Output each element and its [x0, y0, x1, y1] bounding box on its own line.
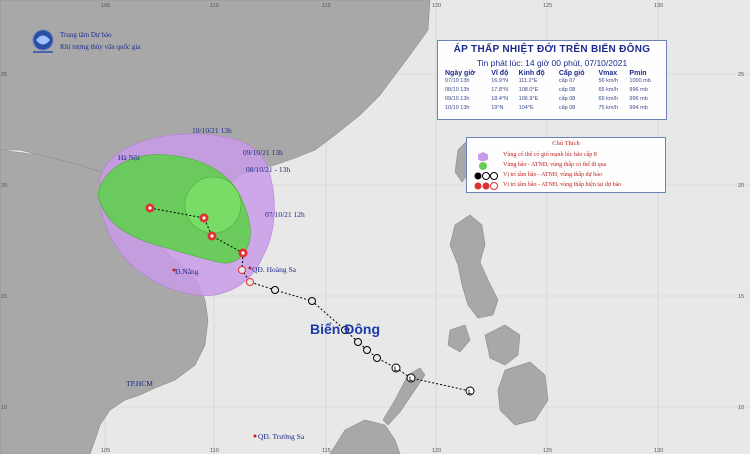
- svg-text:20: 20: [1, 183, 7, 189]
- legend-item-wind-zone: Vùng có thể có gió mạnh lúc bão cấp 8: [473, 151, 597, 161]
- svg-text:130: 130: [654, 3, 663, 9]
- cell: 65 km/h: [598, 96, 619, 102]
- hexagon-icon: [478, 152, 488, 161]
- svg-text:L: L: [409, 377, 413, 383]
- cell: 994 mb: [629, 105, 648, 111]
- legend-label: Vùng bão - ATNĐ, vùng thấp có thể đi qua: [503, 162, 607, 168]
- svg-text:105: 105: [101, 3, 110, 9]
- cell: 09/10 13h: [445, 96, 470, 102]
- green-circle-icon: [479, 162, 487, 170]
- svg-text:25: 25: [1, 72, 7, 78]
- svg-text:110: 110: [210, 3, 219, 9]
- cell: cấp 08: [558, 87, 576, 93]
- cell: 996 mb: [629, 87, 648, 93]
- legend-item-current-center: Vị trí tâm bão - ATNĐ, vùng thấp hiện tạ…: [473, 181, 621, 191]
- svg-text:120: 120: [432, 448, 441, 454]
- cell: 56 km/h: [598, 78, 619, 84]
- svg-text:125: 125: [543, 3, 552, 9]
- col-wind-level: Cấp gió: [558, 70, 585, 77]
- legend-label: Vị trí tâm bão - ATNĐ, vùng thấp hiện tạ…: [503, 182, 622, 188]
- svg-text:15: 15: [738, 294, 744, 300]
- date-label-08: 08/10/21 - 13h: [246, 165, 290, 174]
- black-storm-icons: [474, 172, 498, 180]
- svg-text:110: 110: [210, 448, 219, 454]
- danang-dot: [172, 268, 176, 272]
- place-hoangsa: QĐ. Hoàng Sa: [252, 265, 297, 274]
- date-label-10: 10/10/21 13h: [192, 126, 232, 135]
- cell: 08/10 13h: [445, 87, 470, 93]
- cell: 17.8°N: [491, 87, 509, 93]
- svg-text:L: L: [468, 390, 472, 396]
- svg-text:10: 10: [738, 405, 744, 411]
- svg-text:25: 25: [738, 72, 744, 78]
- date-label-07: 07/10/21 12h: [265, 210, 305, 219]
- legend-label: Vị trí tâm bão - ATNĐ, vùng thấp dự báo: [503, 172, 602, 178]
- cell: 16.9°N: [491, 78, 509, 84]
- place-tphcm: TP.HCM: [126, 379, 153, 388]
- red-storm-icons: [474, 182, 498, 190]
- svg-text:105: 105: [101, 448, 110, 454]
- svg-text:120: 120: [432, 3, 441, 9]
- bulletin-issued-time: Tin phát lúc: 14 giờ 00 phút, 07/10/2021: [476, 58, 628, 68]
- svg-text:L: L: [394, 367, 398, 373]
- storm-radius-circle: [184, 176, 242, 234]
- cell: cấp 08: [558, 105, 576, 111]
- table-row: 08/10 13h 17.8°N 108.0°E cấp 08 65 km/h …: [444, 86, 662, 95]
- forecast-table: Ngày giờ Vĩ độ Kinh độ Cấp gió Vmax Pmin…: [444, 70, 662, 113]
- cell: 75 km/h: [598, 105, 619, 111]
- col-longitude: Kinh độ: [518, 70, 545, 77]
- cell: cấp 07: [558, 78, 576, 84]
- svg-text:15: 15: [1, 294, 7, 300]
- svg-text:125: 125: [543, 448, 552, 454]
- place-danang: Đ.Nẵng: [175, 267, 199, 276]
- cell: 1000 mb: [629, 78, 651, 84]
- col-pmin: Pmin: [629, 70, 647, 77]
- place-hanoi: Hà Nội: [118, 153, 140, 162]
- cell: 18.4°N: [491, 96, 509, 102]
- legend-item-forecast-center: Vị trí tâm bão - ATNĐ, vùng thấp dự báo: [473, 171, 602, 181]
- org-name: Trung tâm Dự báo: [60, 31, 112, 39]
- sea-label-biendong: Biển Đông: [310, 321, 380, 337]
- table-row: 07/10 13h 16.9°N 111.2°E cấp 07 56 km/h …: [444, 77, 662, 86]
- cell: 996 mb: [629, 96, 648, 102]
- legend-title: Chú Thích: [552, 140, 580, 147]
- cell: 65 km/h: [598, 87, 619, 93]
- cell: 106.9°E: [518, 96, 539, 102]
- svg-text:115: 115: [322, 3, 331, 9]
- cell: 10/10 13h: [445, 105, 470, 111]
- svg-text:20: 20: [738, 183, 744, 189]
- date-label-09: 09/10/21 13h: [243, 148, 283, 157]
- svg-text:10: 10: [1, 405, 7, 411]
- legend-label: Vùng có thể có gió mạnh lúc bão cấp 8: [503, 152, 597, 158]
- legend-item-storm-zone: Vùng bão - ATNĐ, vùng thấp có thể đi qua: [473, 161, 606, 171]
- cell: 108.0°E: [518, 87, 539, 93]
- bulletin-title: ÁP THẤP NHIỆT ĐỚI TRÊN BIỂN ĐÔNG: [453, 44, 651, 55]
- cell: 111.2°E: [518, 78, 538, 84]
- cell: cấp 08: [558, 96, 576, 102]
- place-truongsa: QĐ. Trường Sa: [258, 432, 305, 441]
- forecast-info-box: ÁP THẤP NHIỆT ĐỚI TRÊN BIỂN ĐÔNG Tin phá…: [437, 40, 667, 120]
- col-vmax: Vmax: [598, 70, 618, 77]
- forecast-table-header: Ngày giờ Vĩ độ Kinh độ Cấp gió Vmax Pmin: [444, 70, 662, 77]
- table-row: 09/10 13h 18.4°N 106.9°E cấp 08 65 km/h …: [444, 95, 662, 104]
- cell: 104°E: [518, 105, 534, 111]
- svg-text:130: 130: [654, 448, 663, 454]
- org-subtitle: Khí tượng thủy văn quốc gia: [60, 43, 141, 51]
- truongsa-dot: [253, 434, 257, 438]
- col-datetime: Ngày giờ: [445, 70, 476, 77]
- hoangsa-dot: [248, 266, 252, 270]
- col-latitude: Vĩ độ: [491, 70, 509, 77]
- cell: 19°N: [491, 105, 504, 111]
- map-legend: Chú Thích Vùng có thể có gió mạnh lúc bã…: [466, 137, 666, 193]
- table-row: 10/10 13h 19°N 104°E cấp 08 75 km/h 994 …: [444, 104, 662, 113]
- cell: 07/10 13h: [445, 78, 470, 84]
- svg-text:115: 115: [322, 448, 331, 454]
